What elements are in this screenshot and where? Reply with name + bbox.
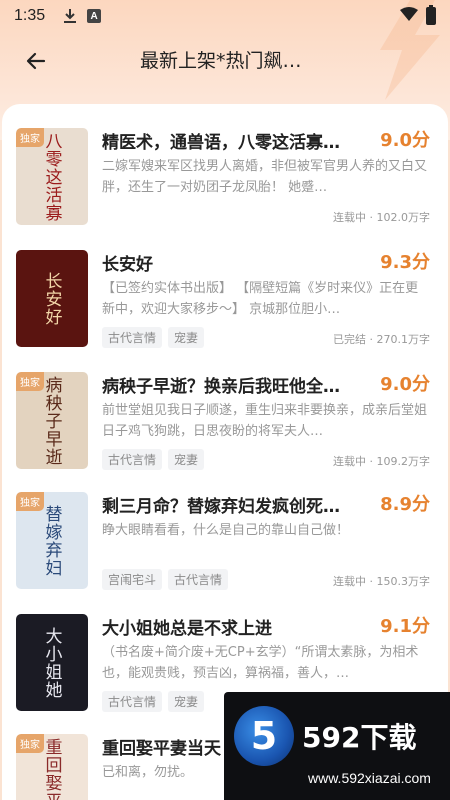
book-title: 精医术，通兽语，八零这活寡… <box>102 133 340 153</box>
book-cover-image: 重回娶平妻 独家 <box>16 734 88 800</box>
exclusive-badge: 独家 <box>16 492 44 511</box>
book-status-wordcount: 连载中 · 150.3万字 <box>333 575 430 588</box>
book-cover-image: 替嫁弃妇 独家 <box>16 492 88 589</box>
watermark-url: www.592xiazai.com <box>308 770 431 786</box>
book-score: 8.9分 <box>380 494 430 515</box>
book-description: 二嫁军嫂来军区找男人离婚，非但被军官男人养的又白又胖，还生了一对奶团子龙凤胎！ … <box>102 159 428 195</box>
book-tag[interactable]: 宠妻 <box>168 691 205 712</box>
book-tag[interactable]: 古代言情 <box>102 449 163 470</box>
arrow-left-icon <box>26 52 46 70</box>
watermark-logo-icon: 5 <box>234 706 294 766</box>
download-icon <box>63 8 77 24</box>
book-score: 9.3分 <box>380 252 430 273</box>
book-info: 长安好 9.3分【已签约实体书出版】 【隔壁短篇《岁时来仪》正在更新中，欢迎大家移… <box>102 250 430 354</box>
back-button[interactable] <box>12 37 60 85</box>
book-cover-image: 八零这活寡 独家 <box>16 128 88 225</box>
book-score: 9.0分 <box>380 130 430 151</box>
book-tags: 古代言情 宠妻 <box>102 691 205 712</box>
book-list-item[interactable]: 八零这活寡 独家 精医术，通兽语，八零这活寡… 9.0分二嫁军嫂来军区找男人离婚，非但… <box>16 128 436 232</box>
book-cover-title: 大小姐她 <box>41 626 62 699</box>
book-title: 长安好 <box>102 255 153 275</box>
wifi-icon <box>400 7 418 25</box>
book-title: 大小姐她总是不求上进 <box>102 619 272 639</box>
book-info: 精医术，通兽语，八零这活寡… 9.0分二嫁军嫂来军区找男人离婚，非但被军官男人养的… <box>102 128 430 232</box>
exclusive-badge: 独家 <box>16 128 44 147</box>
book-tag[interactable]: 宠妻 <box>168 449 205 470</box>
book-cover-image: 病秧子早逝 独家 <box>16 372 88 469</box>
book-title: 病秧子早逝？换亲后我旺他全… <box>102 377 340 397</box>
book-title: 剩三月命？替嫁弃妇发疯创死… <box>102 497 340 517</box>
book-tag[interactable]: 古代言情 <box>102 691 163 712</box>
status-time: 1:35 <box>14 7 46 24</box>
book-info: 剩三月命？替嫁弃妇发疯创死… 8.9分睁大眼睛看看，什么是自己的靠山自己做！ 宫闱宅… <box>102 492 430 596</box>
book-description: 睁大眼睛看看，什么是自己的靠山自己做！ <box>102 523 350 538</box>
site-watermark: 5 592下载 www.592xiazai.com <box>224 692 450 800</box>
book-status-wordcount: 连载中 · 109.2万字 <box>333 455 430 468</box>
book-cover-image: 长安好 <box>16 250 88 347</box>
exclusive-badge: 独家 <box>16 734 44 753</box>
exclusive-badge: 独家 <box>16 372 44 391</box>
book-status-wordcount: 连载中 · 102.0万字 <box>333 211 430 224</box>
book-cover-image: 大小姐她 <box>16 614 88 711</box>
book-tag[interactable]: 古代言情 <box>102 327 163 348</box>
status-bar: 1:35 A <box>0 0 450 32</box>
book-info: 病秧子早逝？换亲后我旺他全… 9.0分前世堂姐见我日子顺遂，重生归来非要换亲，成亲… <box>102 372 430 476</box>
book-score: 9.1分 <box>380 616 430 637</box>
book-list-item[interactable]: 长安好 长安好 9.3分 【已签约实体书出版】 【隔壁短篇《岁时来仪》正在更新中，欢迎… <box>16 250 436 354</box>
book-description: 【已签约实体书出版】 【隔壁短篇《岁时来仪》正在更新中，欢迎大家移步～】 京城那… <box>102 281 419 317</box>
book-description: （书名废+简介废+无CP+玄学）“所谓太素脉，为相术也，能观贵贱，预吉凶，算祸福… <box>102 645 419 681</box>
book-score: 9.0分 <box>380 374 430 395</box>
page-title: 最新上架*热门飙… <box>140 50 302 72</box>
app-header: 最新上架*热门飙… <box>0 32 450 90</box>
book-tag[interactable]: 宠妻 <box>168 327 205 348</box>
book-tag[interactable]: 宫闱宅斗 <box>102 569 163 590</box>
battery-icon <box>426 5 436 25</box>
book-cover-title: 长安好 <box>41 271 62 326</box>
book-tag[interactable]: 古代言情 <box>168 569 229 590</box>
book-tags: 宫闱宅斗 古代言情 <box>102 569 229 590</box>
watermark-text: 592下载 <box>302 721 417 754</box>
a-notification-icon: A <box>87 9 102 23</box>
book-list-item[interactable]: 替嫁弃妇 独家 剩三月命？替嫁弃妇发疯创死… 8.9分睁大眼睛看看，什么是自己的靠山自… <box>16 492 436 596</box>
book-description: 前世堂姐见我日子顺遂，重生归来非要换亲，成亲后堂姐日子鸡飞狗跳，日思夜盼的将军夫… <box>102 403 428 439</box>
book-status-wordcount: 已完结 · 270.1万字 <box>333 333 430 346</box>
book-tags: 古代言情 宠妻 <box>102 327 205 348</box>
book-list-item[interactable]: 病秧子早逝 独家 病秧子早逝？换亲后我旺他全… 9.0分前世堂姐见我日子顺遂，重生归来… <box>16 372 436 476</box>
book-tags: 古代言情 宠妻 <box>102 449 205 470</box>
